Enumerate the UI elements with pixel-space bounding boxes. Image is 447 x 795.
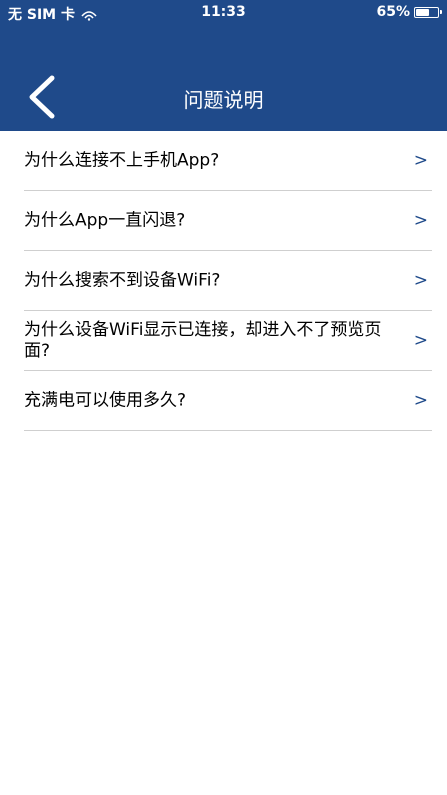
page-title: 问题说明 [183,88,264,112]
faq-question: 充满电可以使用多久? [24,390,187,410]
faq-item[interactable]: 为什么连接不上手机App? > [24,131,432,191]
faq-item[interactable]: 为什么搜索不到设备WiFi? > [24,251,432,311]
chevron-right-icon: > [413,210,428,231]
chevron-right-icon: > [413,150,428,171]
chevron-right-icon: > [413,330,428,351]
chevron-right-icon: > [413,390,428,411]
battery-percent: 65% [376,4,410,20]
faq-list: 为什么连接不上手机App? > 为什么App一直闪退? > 为什么搜索不到设备W… [24,131,432,431]
chevron-right-icon: > [413,270,428,291]
faq-question: 为什么连接不上手机App? [24,150,220,170]
battery-fill [416,8,429,16]
faq-question: 为什么设备WiFi显示已连接，却进入不了预览页面? [24,319,382,361]
faq-question: 为什么搜索不到设备WiFi? [24,270,221,290]
battery-icon [414,6,442,18]
faq-screen: 无 SIM 卡 11:33 65% 问题说明 为什么连接不上手机App? > 为… [0,0,447,795]
faq-question: 为什么App一直闪退? [24,210,186,230]
header-bar: 无 SIM 卡 11:33 65% 问题说明 [0,0,447,131]
faq-item[interactable]: 充满电可以使用多久? > [24,371,432,431]
battery-cap [440,9,442,14]
status-bar: 无 SIM 卡 11:33 65% [0,0,447,26]
status-right: 65% [376,4,442,20]
faq-item[interactable]: 为什么设备WiFi显示已连接，却进入不了预览页面? > [24,311,432,371]
faq-item[interactable]: 为什么App一直闪退? > [24,191,432,251]
